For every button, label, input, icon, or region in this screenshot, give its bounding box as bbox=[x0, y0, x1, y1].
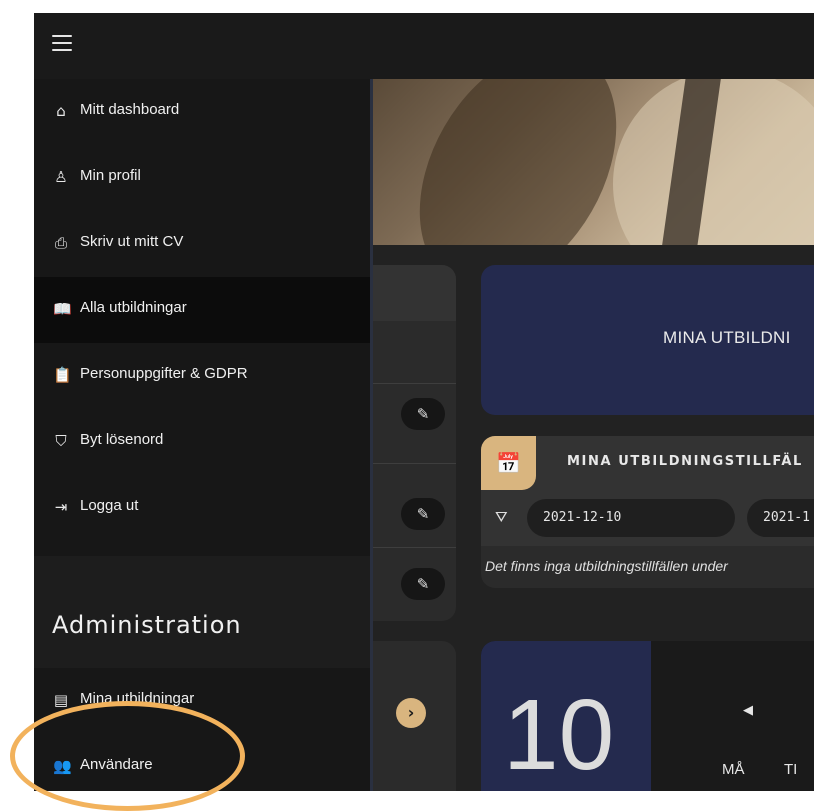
book-list-icon: ▤ bbox=[53, 691, 69, 709]
edit-icon: ✎ bbox=[416, 405, 430, 423]
sidebar-item-label: Personuppgifter & GDPR bbox=[80, 365, 248, 382]
main-content: ✎ ✎ ✎ MINA UTBILDNI 📅 MINA UTBILDNINGSTI… bbox=[343, 79, 814, 791]
sidebar-item-profile[interactable]: ♙ Min profil bbox=[34, 145, 370, 211]
sidebar-item-users[interactable]: 👥 Användare bbox=[34, 734, 370, 791]
book-icon: 📖 bbox=[53, 300, 72, 318]
sidebar-item-all-educations[interactable]: 📖 Alla utbildningar bbox=[34, 277, 370, 343]
sessions-empty-message: Det finns inga utbildningstillfällen und… bbox=[481, 546, 814, 588]
filter-icon[interactable]: ⛛ bbox=[495, 508, 508, 526]
logout-icon: ⇥ bbox=[54, 498, 68, 516]
sessions-header: 📅 MINA UTBILDNINGSTILLFÄL bbox=[481, 436, 814, 490]
weekday-label: TI bbox=[784, 761, 798, 778]
clipboard-icon: 📋 bbox=[53, 366, 72, 384]
current-day-number: 10 bbox=[503, 679, 615, 791]
my-educations-title: MINA UTBILDNI bbox=[663, 328, 791, 347]
previous-month-icon[interactable]: ◀ bbox=[743, 703, 753, 718]
sidebar-item-logout[interactable]: ⇥ Logga ut bbox=[34, 475, 370, 541]
date-from-field[interactable]: 2021-12-10 bbox=[527, 499, 735, 537]
calendar-icon: 📅 bbox=[481, 436, 536, 490]
current-day-box: 10 bbox=[481, 641, 651, 791]
sidebar-item-label: Användare bbox=[80, 756, 153, 773]
sidebar-item-gdpr[interactable]: 📋 Personuppgifter & GDPR bbox=[34, 343, 370, 409]
my-educations-card[interactable]: MINA UTBILDNI bbox=[481, 265, 814, 415]
chevron-right-icon[interactable]: › bbox=[396, 698, 426, 728]
users-icon: 👥 bbox=[53, 757, 72, 775]
edit-icon: ✎ bbox=[416, 505, 430, 523]
sidebar-item-change-password[interactable]: ⛉ Byt lösenord bbox=[34, 409, 370, 475]
sessions-title: MINA UTBILDNINGSTILLFÄL bbox=[567, 454, 803, 469]
empty-message-text: Det finns inga utbildningstillfällen und… bbox=[485, 558, 728, 574]
sidebar-item-label: Mitt dashboard bbox=[80, 101, 180, 118]
hero-image bbox=[373, 79, 814, 245]
edit-button[interactable]: ✎ bbox=[401, 398, 445, 430]
weekday-label: MÅ bbox=[722, 761, 745, 778]
admin-section-header: Administration bbox=[34, 556, 370, 668]
hamburger-menu-icon[interactable] bbox=[52, 35, 72, 51]
sidebar-item-my-educations[interactable]: ▤ Mina utbildningar bbox=[34, 668, 370, 734]
admin-title: Administration bbox=[52, 611, 242, 639]
sidebar-item-label: Mina utbildningar bbox=[80, 690, 195, 707]
sidebar-item-label: Min profil bbox=[80, 167, 141, 184]
sidebar-item-print-cv[interactable]: ⎙ Skriv ut mitt CV bbox=[34, 211, 370, 277]
sidebar-item-label: Logga ut bbox=[80, 497, 139, 514]
edit-button[interactable]: ✎ bbox=[401, 498, 445, 530]
sidebar: ⌂ Mitt dashboard ♙ Min profil ⎙ Skriv ut… bbox=[34, 79, 373, 791]
calendar-card: 10 ◀ MÅ TI bbox=[481, 641, 814, 791]
user-icon: ♙ bbox=[54, 168, 68, 186]
sidebar-item-dashboard[interactable]: ⌂ Mitt dashboard bbox=[34, 79, 370, 145]
shield-icon: ⛉ bbox=[55, 432, 67, 450]
edit-button[interactable]: ✎ bbox=[401, 568, 445, 600]
sessions-filter-row: ⛛ 2021-12-10 2021-1 bbox=[481, 490, 814, 546]
sidebar-item-label: Alla utbildningar bbox=[80, 299, 187, 316]
printer-icon: ⎙ bbox=[54, 234, 67, 252]
date-to-field[interactable]: 2021-1 bbox=[747, 499, 814, 537]
sidebar-item-label: Byt lösenord bbox=[80, 431, 164, 448]
home-icon: ⌂ bbox=[56, 102, 66, 120]
app-window: ✎ ✎ ✎ MINA UTBILDNI 📅 MINA UTBILDNINGSTI… bbox=[34, 13, 814, 791]
sidebar-item-label: Skriv ut mitt CV bbox=[80, 233, 184, 250]
edit-icon: ✎ bbox=[416, 575, 430, 593]
top-bar bbox=[34, 13, 814, 79]
